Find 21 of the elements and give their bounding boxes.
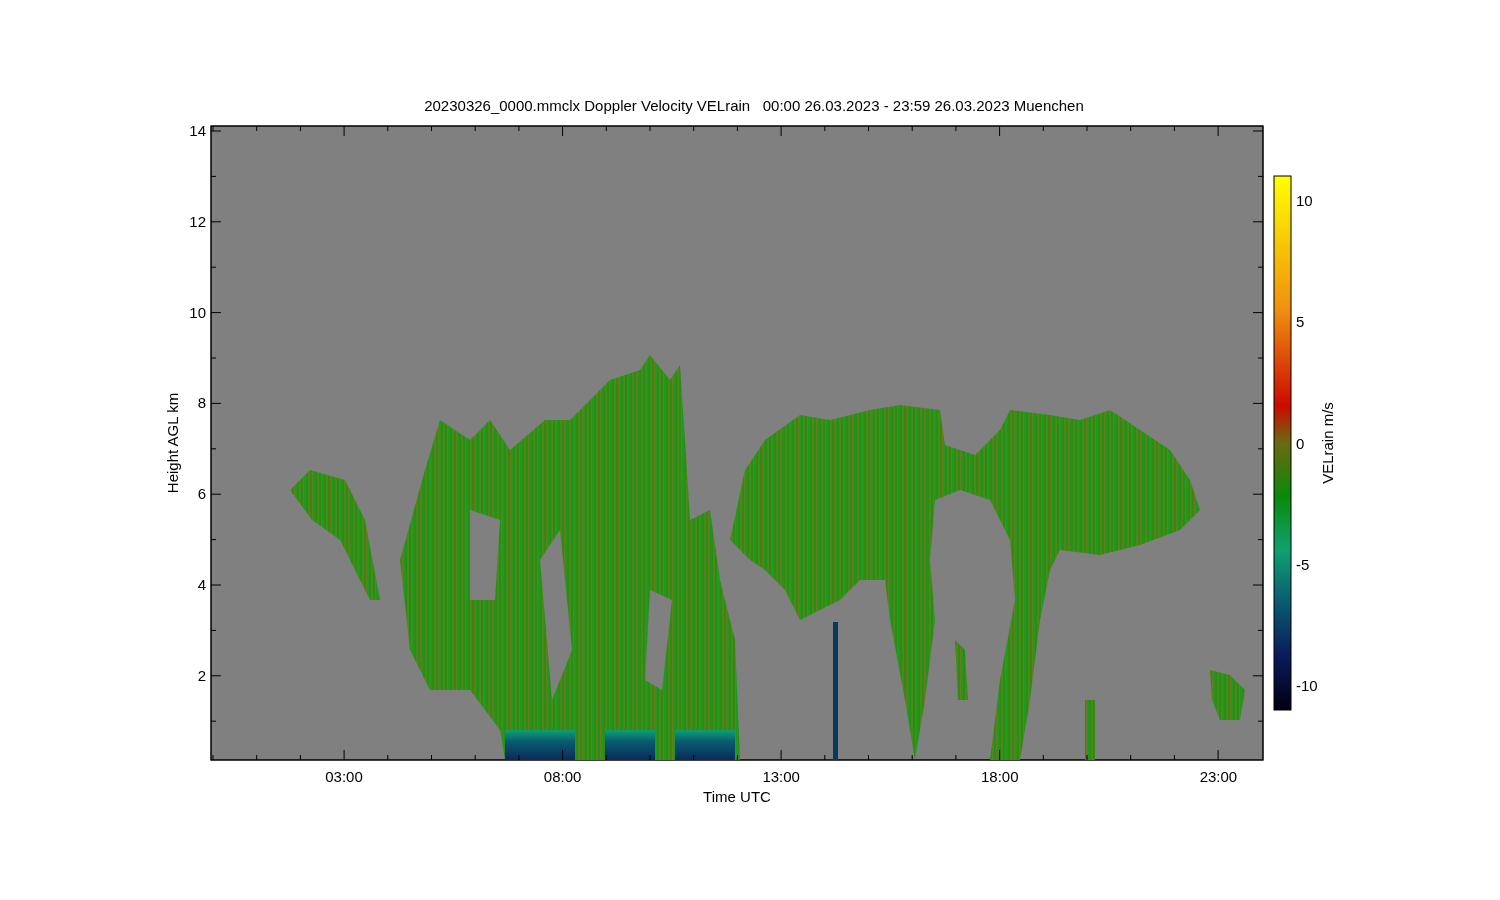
y-tick-label: 6 — [197, 485, 206, 503]
x-tick-label: 23:00 — [1199, 768, 1238, 785]
x-tick-label: 08:00 — [543, 768, 582, 785]
y-axis-label: Height AGL km — [164, 392, 181, 494]
y-tick-label: 12 — [189, 212, 206, 230]
colorbar-tick-label: -5 — [1296, 555, 1310, 573]
colorbar-tick-label: 5 — [1296, 313, 1305, 331]
x-tick-label: 13:00 — [762, 768, 800, 785]
chart-title: 20230326_0000.mmclx Doppler Velocity VELrain 00:00 26.03.2023 - 23:59 26.03.2023 Muenchen — [424, 97, 1084, 116]
y-tick-label: 14 — [189, 122, 206, 139]
colorbar-tick-label: 0 — [1296, 434, 1305, 452]
x-axis-label: Time UTC — [703, 788, 771, 805]
x-tick-label: 03:00 — [325, 768, 363, 785]
x-tick-label: 18:00 — [981, 768, 1019, 785]
y-tick-label: 4 — [197, 576, 206, 593]
y-tick-label: 2 — [197, 666, 206, 684]
y-tick-label: 8 — [197, 394, 206, 412]
colorbar-tick-label: 10 — [1296, 192, 1313, 209]
y-tick-label: 10 — [189, 303, 206, 321]
colorbar-label: VELrain m/s — [1319, 402, 1336, 484]
colorbar-tick-label: -10 — [1296, 677, 1318, 694]
